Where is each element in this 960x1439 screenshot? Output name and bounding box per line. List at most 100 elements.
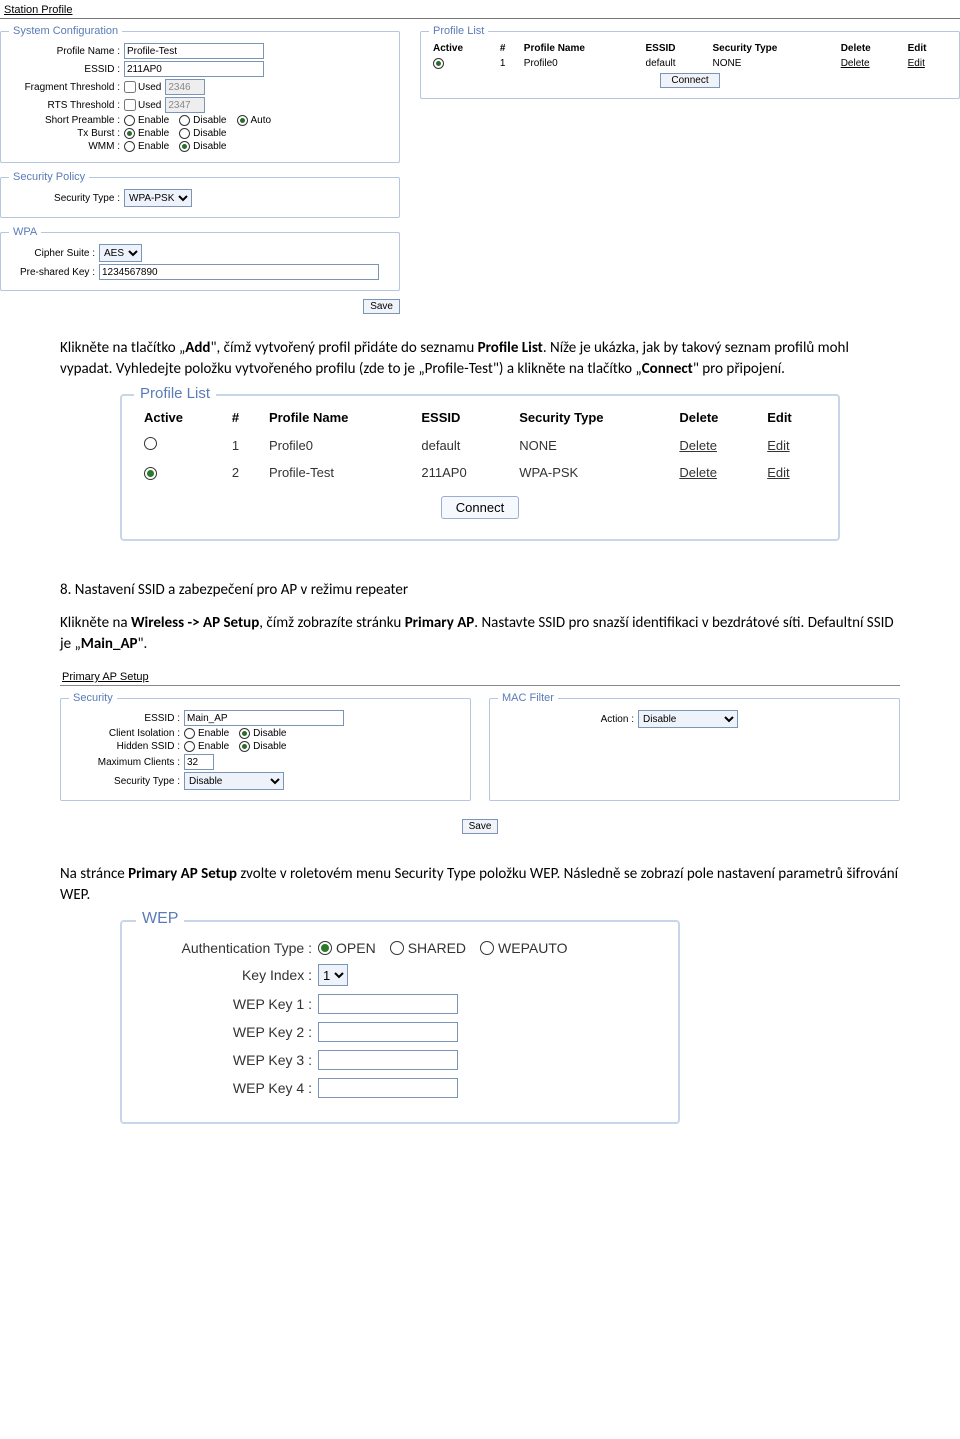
- mac-action-select[interactable]: Disable: [638, 710, 738, 728]
- pl-sec: NONE: [708, 56, 836, 71]
- delete-link[interactable]: Delete: [841, 58, 870, 69]
- ap-essid-input[interactable]: [184, 710, 344, 726]
- pl-h-del: Delete: [837, 41, 904, 56]
- paragraph-3: Na stránce Primary AP Setup zvolte v rol…: [60, 864, 900, 906]
- connect-button-small[interactable]: Connect: [660, 73, 719, 88]
- p2g: ".: [138, 635, 148, 653]
- rts-value-input: [165, 97, 205, 113]
- bpl-num: 1: [224, 431, 261, 459]
- big-pl-legend: Profile List: [134, 385, 216, 402]
- pl-h-active: Active: [429, 41, 496, 56]
- preamble-auto-radio[interactable]: Auto: [237, 115, 272, 126]
- bpl-name: Profile0: [261, 431, 413, 459]
- max-input[interactable]: [184, 754, 214, 770]
- wmm-enable-radio[interactable]: Enable: [124, 141, 169, 152]
- p1c: ", čímž vytvořený profil přidáte do sezn…: [211, 339, 478, 357]
- hidden-disable-radio[interactable]: Disable: [239, 741, 286, 752]
- p3a: Na stránce: [60, 865, 128, 883]
- profile-list-table-small: Active # Profile Name ESSID Security Typ…: [429, 41, 951, 90]
- security-type-select[interactable]: WPA-PSK: [124, 189, 192, 207]
- auth-wepauto-text: WEPAUTO: [498, 940, 568, 956]
- auth-wepauto-radio[interactable]: WEPAUTO: [480, 940, 568, 956]
- delete-link[interactable]: Delete: [679, 465, 717, 480]
- hidden-enable-radio[interactable]: Enable: [184, 741, 229, 752]
- psk-input[interactable]: [99, 264, 379, 280]
- security-policy-panel: Security Policy Security Type : WPA-PSK: [0, 171, 400, 218]
- cipher-label: Cipher Suite :: [9, 248, 99, 259]
- primary-ap-title: Primary AP Setup: [60, 669, 900, 685]
- wepkey1-input[interactable]: [318, 994, 458, 1014]
- security-panel: Security ESSID : Client Isolation : Enab…: [60, 692, 471, 801]
- p1d: Profile List: [478, 339, 543, 357]
- profile-list-legend-small: Profile List: [429, 25, 488, 37]
- iso-label: Client Isolation :: [69, 728, 184, 739]
- station-profile-title: Station Profile: [0, 0, 960, 19]
- wepkey1-label: WEP Key 1 :: [138, 996, 318, 1012]
- pl-h-num: #: [496, 41, 520, 56]
- auth-open-radio[interactable]: OPEN: [318, 940, 376, 956]
- active-radio[interactable]: [144, 467, 157, 480]
- wepkey3-input[interactable]: [318, 1050, 458, 1070]
- security-legend: Security: [69, 692, 117, 704]
- wep-legend: WEP: [136, 910, 184, 928]
- mac-filter-legend: MAC Filter: [498, 692, 558, 704]
- auth-shared-radio[interactable]: SHARED: [390, 940, 466, 956]
- bpl-sec: NONE: [511, 431, 671, 459]
- iso-enable-text: Enable: [198, 728, 229, 739]
- frag-used-text: Used: [138, 82, 161, 93]
- ap-save-button[interactable]: Save: [462, 819, 499, 834]
- essid-input[interactable]: [124, 61, 264, 77]
- profile-name-input[interactable]: [124, 43, 264, 59]
- txburst-disable-radio[interactable]: Disable: [179, 128, 226, 139]
- active-radio[interactable]: [144, 437, 157, 450]
- p2d: Primary AP: [405, 614, 475, 632]
- rts-used-checkbox[interactable]: [124, 99, 136, 111]
- auth-shared-text: SHARED: [408, 940, 466, 956]
- bpl-num: 2: [224, 459, 261, 486]
- pl-num: 1: [496, 56, 520, 71]
- pl-essid: default: [642, 56, 709, 71]
- txburst-enable-radio[interactable]: Enable: [124, 128, 169, 139]
- active-radio[interactable]: [433, 58, 444, 69]
- p2b: Wireless -> AP Setup: [131, 614, 259, 632]
- mac-action-label: Action :: [498, 714, 638, 725]
- wmm-disable-radio[interactable]: Disable: [179, 141, 226, 152]
- edit-link[interactable]: Edit: [767, 438, 789, 453]
- essid-label: ESSID :: [9, 64, 124, 75]
- wepkey3-label: WEP Key 3 :: [138, 1052, 318, 1068]
- hidden-label: Hidden SSID :: [69, 741, 184, 752]
- preamble-enable-radio[interactable]: Enable: [124, 115, 169, 126]
- p1b: Add: [185, 339, 210, 357]
- txburst-disable-text: Disable: [193, 128, 226, 139]
- security-type-label: Security Type :: [9, 193, 124, 204]
- max-label: Maximum Clients :: [69, 757, 184, 768]
- cipher-select[interactable]: AES: [99, 244, 142, 262]
- p3b: Primary AP Setup: [128, 865, 237, 883]
- pl-h-sec: Security Type: [708, 41, 836, 56]
- delete-link[interactable]: Delete: [679, 438, 717, 453]
- ap-sectype-select[interactable]: Disable: [184, 772, 284, 790]
- iso-disable-radio[interactable]: Disable: [239, 728, 286, 739]
- bpl-h-del: Delete: [671, 404, 759, 431]
- preamble-disable-radio[interactable]: Disable: [179, 115, 226, 126]
- profile-list-panel-big: Profile List Active # Profile Name ESSID…: [120, 394, 840, 541]
- frag-used-checkbox[interactable]: [124, 81, 136, 93]
- preamble-enable-text: Enable: [138, 115, 169, 126]
- iso-enable-radio[interactable]: Enable: [184, 728, 229, 739]
- connect-button-big[interactable]: Connect: [441, 496, 519, 519]
- ap-essid-label: ESSID :: [69, 713, 184, 724]
- p1a: Klikněte na tlačítko „: [60, 339, 185, 357]
- edit-link[interactable]: Edit: [908, 58, 925, 69]
- table-row: 1 Profile0 default NONE Delete Edit: [429, 56, 951, 71]
- ap-sectype-label: Security Type :: [69, 776, 184, 787]
- p2a: Klikněte na: [60, 614, 131, 632]
- pl-h-essid: ESSID: [642, 41, 709, 56]
- bpl-sec: WPA-PSK: [511, 459, 671, 486]
- wepkey2-input[interactable]: [318, 1022, 458, 1042]
- p1g: " pro připojení.: [693, 360, 785, 378]
- save-button[interactable]: Save: [363, 299, 400, 314]
- edit-link[interactable]: Edit: [767, 465, 789, 480]
- wepkey4-input[interactable]: [318, 1078, 458, 1098]
- keyidx-select[interactable]: 1: [318, 964, 348, 986]
- profile-name-label: Profile Name :: [9, 46, 124, 57]
